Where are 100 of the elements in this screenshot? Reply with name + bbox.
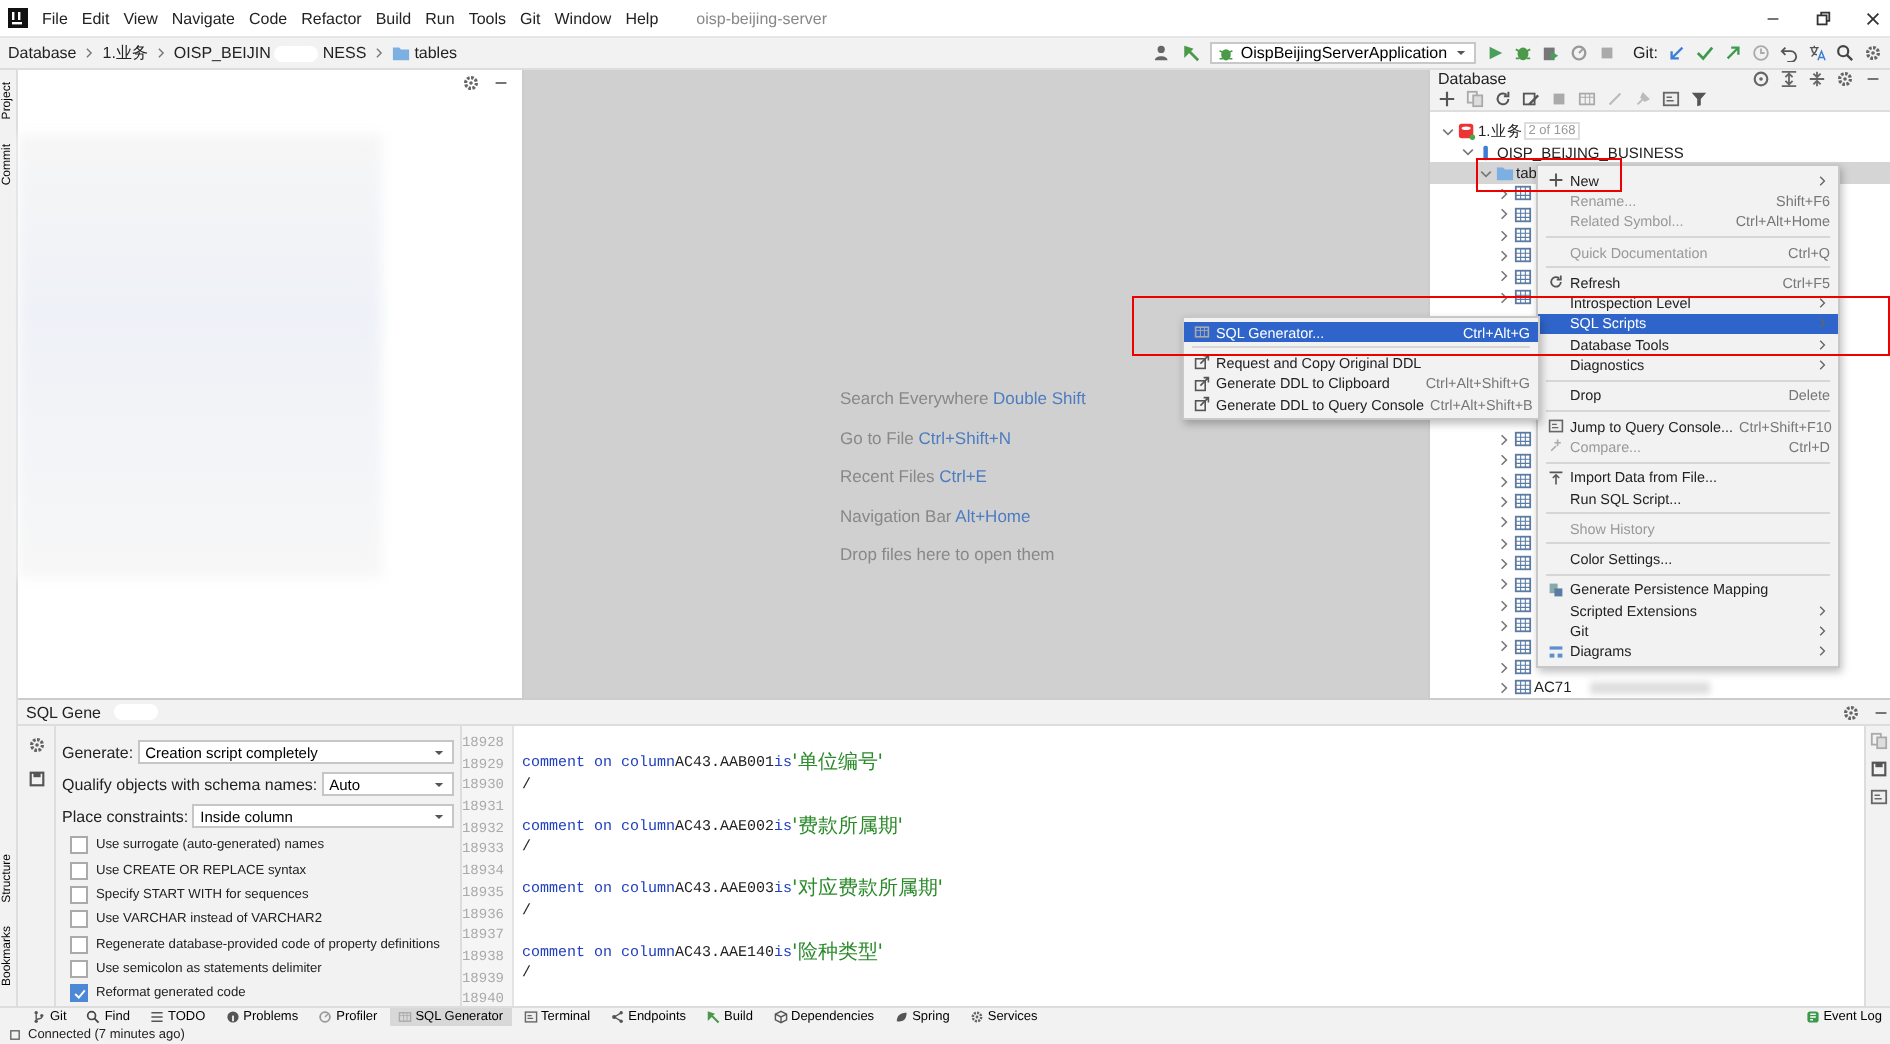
chevron-right-icon[interactable] — [1496, 638, 1512, 655]
settings-icon[interactable] — [1842, 703, 1860, 721]
refresh-icon — [1547, 274, 1563, 291]
field-label: Generate: — [62, 743, 134, 762]
save-icon[interactable] — [27, 770, 45, 788]
chevron-right-icon[interactable] — [1496, 452, 1512, 469]
edit-icon[interactable] — [1522, 90, 1540, 109]
expand-all-icon[interactable] — [1780, 70, 1798, 89]
menu-item[interactable]: File — [42, 9, 68, 27]
clock-icon[interactable] — [1752, 44, 1770, 62]
run-icon[interactable] — [1485, 44, 1504, 62]
hint-text: Recent Files Ctrl+E — [840, 466, 987, 486]
chevron-down-icon[interactable] — [1440, 123, 1456, 140]
grid-icon[interactable] — [1578, 90, 1596, 109]
checkbox[interactable] — [70, 836, 88, 855]
close-icon[interactable] — [1864, 9, 1882, 27]
log-icon — [1805, 1010, 1820, 1024]
chevron-right-icon[interactable] — [1496, 473, 1512, 490]
chevron-right-icon[interactable] — [1496, 247, 1512, 264]
console-icon — [1547, 418, 1563, 435]
copy-icon[interactable] — [1869, 732, 1887, 750]
chevron-down-icon[interactable] — [1459, 144, 1475, 161]
chevron-right-icon[interactable] — [1496, 268, 1512, 285]
copy-icon[interactable] — [1466, 90, 1484, 109]
plus-icon[interactable] — [1438, 90, 1456, 109]
menu-item[interactable]: Edit — [81, 9, 110, 27]
stop-icon[interactable] — [1550, 90, 1568, 109]
bug-icon[interactable] — [1513, 44, 1532, 62]
push-arrow-icon[interactable] — [1724, 44, 1742, 62]
chevron-down-icon[interactable] — [1478, 165, 1494, 182]
chevron-right-icon[interactable] — [1496, 206, 1512, 223]
menu-item[interactable]: Build — [375, 9, 412, 27]
console-icon[interactable] — [1869, 788, 1887, 806]
user-icon[interactable] — [1154, 44, 1173, 62]
menu-item[interactable]: Run — [425, 9, 455, 27]
search-icon[interactable] — [1836, 44, 1854, 62]
checkmark-icon — [73, 987, 85, 1000]
settings-icon[interactable] — [462, 73, 480, 91]
chevron-right-icon — [153, 46, 168, 60]
export-icon — [1193, 354, 1209, 371]
refresh-icon[interactable] — [1494, 90, 1512, 109]
chevron-right-icon[interactable] — [1496, 679, 1512, 696]
table-icon — [1514, 492, 1532, 511]
breadcrumb[interactable]: 1.业务 — [102, 42, 148, 64]
gear-icon — [969, 1010, 984, 1024]
menu-item[interactable]: Tools — [468, 9, 506, 27]
stop-icon[interactable] — [1597, 44, 1616, 62]
translate-icon[interactable] — [1808, 44, 1826, 62]
nodes-icon — [610, 1010, 625, 1024]
checkbox[interactable] — [70, 861, 88, 880]
breadcrumb[interactable]: NESS — [322, 44, 367, 62]
diagram-icon — [1547, 643, 1563, 660]
menu-item[interactable]: Refactor — [301, 9, 362, 27]
chevron-right-icon[interactable] — [1496, 535, 1512, 552]
menu-item[interactable]: Window — [554, 9, 612, 27]
checkbox[interactable] — [70, 885, 88, 904]
collapse-all-icon[interactable] — [1808, 70, 1826, 89]
caret-icon — [432, 809, 446, 824]
breadcrumb[interactable]: tables — [414, 44, 458, 62]
settings-icon[interactable] — [27, 736, 45, 754]
undo-icon[interactable] — [1780, 44, 1798, 62]
panel-title: SQL Gene — [26, 703, 102, 721]
menu-item[interactable]: Code — [248, 9, 288, 27]
coverage-icon[interactable] — [1541, 44, 1560, 62]
run-config-icon — [1218, 45, 1235, 61]
chevron-right-icon[interactable] — [1496, 659, 1512, 675]
save-icon[interactable] — [1869, 760, 1887, 778]
check-icon[interactable] — [1696, 44, 1714, 62]
console-icon[interactable] — [1662, 90, 1680, 109]
menu-item[interactable]: View — [123, 9, 158, 27]
menu-item[interactable]: Help — [625, 9, 659, 27]
filter-icon[interactable] — [1690, 90, 1708, 109]
checkbox[interactable] — [70, 935, 88, 954]
update-arrow-icon[interactable] — [1668, 44, 1686, 62]
run-configuration-dropdown[interactable]: OispBeijingServerApplication — [1210, 42, 1476, 64]
menu-item[interactable]: Navigate — [171, 9, 235, 27]
breadcrumb[interactable]: OISP_BEIJIN — [173, 44, 271, 62]
chevron-right-icon[interactable] — [1496, 514, 1512, 531]
profiler-icon[interactable] — [1569, 44, 1588, 62]
chevron-right-icon[interactable] — [1496, 597, 1512, 614]
breadcrumb[interactable]: Database — [8, 44, 77, 62]
restore-icon[interactable] — [1814, 9, 1832, 27]
chevron-right-icon[interactable] — [1496, 617, 1512, 634]
checkbox[interactable] — [70, 984, 88, 1003]
target-icon[interactable] — [1752, 70, 1770, 89]
chevron-right-icon[interactable] — [1496, 576, 1512, 593]
checkbox[interactable] — [70, 910, 88, 929]
chevron-right-icon[interactable] — [1496, 227, 1512, 244]
table-icon — [1514, 226, 1532, 245]
chevron-right-icon[interactable] — [1496, 431, 1512, 448]
caret-icon — [1453, 46, 1468, 60]
chevron-right-icon — [372, 46, 387, 60]
mapping-icon — [1547, 581, 1563, 598]
checkbox[interactable] — [70, 959, 88, 978]
chevron-right-icon[interactable] — [1496, 493, 1512, 510]
menu-item[interactable]: Git — [520, 9, 541, 27]
table-icon — [1514, 205, 1532, 224]
table-icon — [1514, 430, 1532, 449]
chevron-right-icon[interactable] — [1496, 555, 1512, 572]
table-icon — [1514, 246, 1532, 265]
